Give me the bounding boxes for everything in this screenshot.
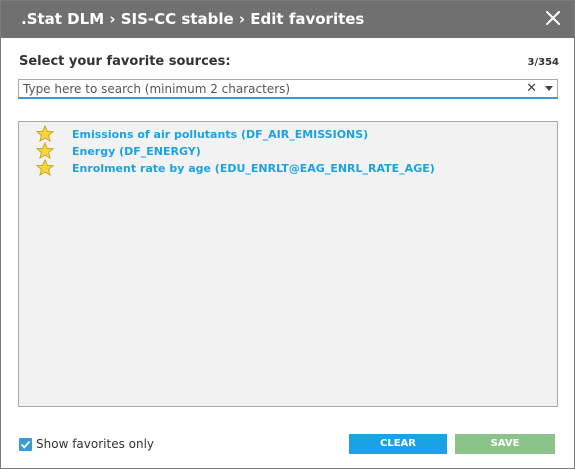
dialog-title: .Stat DLM › SIS-CC stable › Edit favorit… <box>21 10 365 28</box>
star-icon[interactable] <box>36 159 54 177</box>
checkmark-icon <box>20 440 31 449</box>
dialog-titlebar: .Stat DLM › SIS-CC stable › Edit favorit… <box>1 1 574 38</box>
star-icon[interactable] <box>36 125 54 143</box>
chevron-down-icon[interactable] <box>545 86 553 91</box>
star-icon[interactable] <box>36 142 54 160</box>
close-icon[interactable] <box>544 8 562 28</box>
edit-favorites-dialog: .Stat DLM › SIS-CC stable › Edit favorit… <box>0 0 575 469</box>
list-item[interactable]: Emissions of air pollutants (DF_AIR_EMIS… <box>36 125 368 143</box>
clear-x-icon[interactable]: ✕ <box>526 81 537 96</box>
favorites-list: Emissions of air pollutants (DF_AIR_EMIS… <box>18 121 558 407</box>
show-favorites-only-toggle[interactable]: Show favorites only <box>19 437 154 451</box>
show-favorites-label[interactable]: Show favorites only <box>36 437 154 451</box>
search-box[interactable]: ✕ <box>18 79 558 99</box>
show-favorites-checkbox[interactable] <box>19 437 32 451</box>
list-item-label[interactable]: Emissions of air pollutants (DF_AIR_EMIS… <box>72 128 368 141</box>
list-item-label[interactable]: Energy (DF_ENERGY) <box>72 145 201 158</box>
sources-label: Select your favorite sources: <box>19 54 231 69</box>
list-item-label[interactable]: Enrolment rate by age (EDU_ENRLT@EAG_ENR… <box>72 162 435 175</box>
list-item[interactable]: Enrolment rate by age (EDU_ENRLT@EAG_ENR… <box>36 159 435 177</box>
search-input[interactable] <box>19 80 523 98</box>
clear-button[interactable]: CLEAR <box>349 434 447 454</box>
save-button[interactable]: SAVE <box>455 434 555 454</box>
sources-count: 3/354 <box>527 57 559 68</box>
list-item[interactable]: Energy (DF_ENERGY) <box>36 142 201 160</box>
